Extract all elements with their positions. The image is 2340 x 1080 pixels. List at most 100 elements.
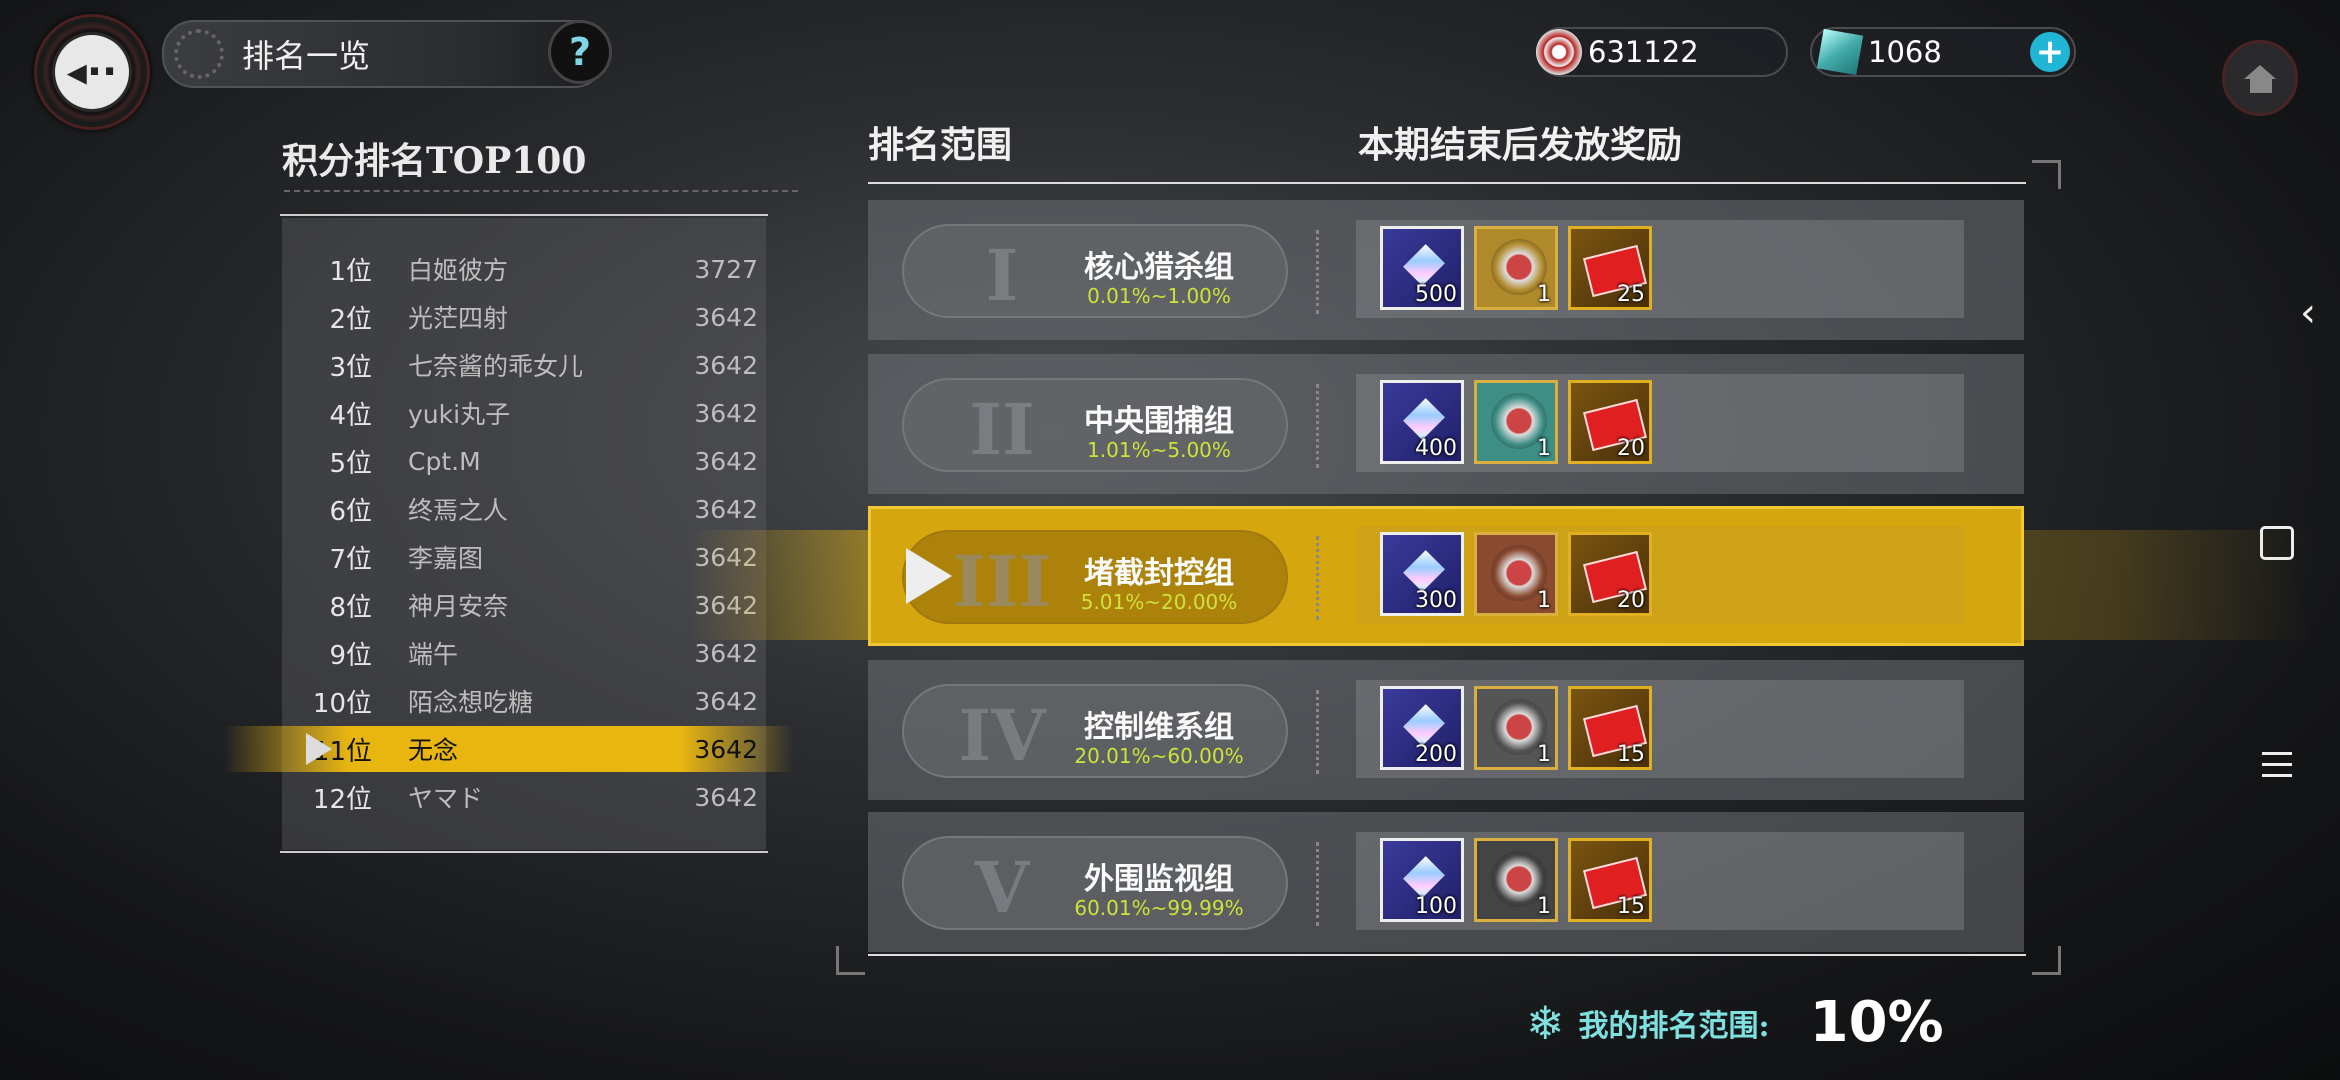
player-name: 七奈酱的乖女儿: [408, 352, 584, 381]
my-rank-value: 10%: [1809, 990, 1944, 1055]
ticket-reward[interactable]: 15: [1568, 838, 1652, 922]
add-currency-button[interactable]: +: [2030, 32, 2070, 72]
rank-number: 2位: [329, 304, 372, 335]
ticket-reward[interactable]: 20: [1568, 532, 1652, 616]
reward-count: 1: [1537, 742, 1551, 767]
reward-tier[interactable]: III 堵截封控组 5.01%~20.00% 300 1 20: [868, 506, 2024, 646]
currency-coin: 631122: [1536, 27, 1788, 77]
tier-pill: IV 控制维系组 20.01%~60.00%: [902, 684, 1288, 778]
rank-number: 6位: [329, 496, 372, 527]
nav-menu-icon[interactable]: [2262, 752, 2292, 777]
reward-tier[interactable]: I 核心猎杀组 0.01%~1.00% 500 1 25: [868, 200, 2024, 340]
reward-count: 100: [1415, 894, 1457, 919]
crystal-reward[interactable]: 300: [1380, 532, 1464, 616]
selection-cursor-icon: [306, 733, 332, 765]
rank-number: 3位: [329, 352, 372, 383]
player-name: 终焉之人: [408, 496, 509, 525]
home-icon: [2244, 65, 2276, 79]
player-name: 白姬彼方: [408, 256, 509, 285]
tier-range: 0.01%~1.00%: [1087, 284, 1231, 308]
player-score: 3642: [694, 446, 758, 476]
crystal-icon: [1403, 704, 1445, 746]
tier-pill: III 堵截封控组 5.01%~20.00%: [902, 530, 1288, 624]
player-name: Cpt.M: [408, 446, 481, 476]
tier-range: 5.01%~20.00%: [1080, 590, 1238, 614]
medal-reward[interactable]: 1: [1474, 532, 1558, 616]
rank-number: 1位: [329, 256, 372, 287]
tier-name: 堵截封控组: [1084, 556, 1234, 591]
reward-count: 20: [1617, 588, 1645, 613]
reward-tier[interactable]: II 中央围捕组 1.01%~5.00% 400 1 20: [868, 354, 2024, 494]
player-score: 3642: [694, 686, 758, 716]
currency-cube: 1068 +: [1810, 27, 2076, 77]
page-title: 排名一览: [242, 37, 371, 75]
cube-value: 1068: [1868, 35, 1942, 69]
reward-count: 200: [1415, 742, 1457, 767]
medal-reward[interactable]: 1: [1474, 380, 1558, 464]
reward-count: 1: [1537, 282, 1551, 307]
back-arrow-icon: ◂··: [55, 35, 129, 109]
active-tier-cursor-icon: [906, 548, 952, 604]
help-button[interactable]: ?: [548, 20, 612, 84]
player-name: 神月安奈: [408, 592, 509, 621]
ticket-reward[interactable]: 20: [1568, 380, 1652, 464]
player-name: 无念: [408, 736, 459, 765]
tier-name: 控制维系组: [1084, 710, 1234, 745]
player-name: 光茫四射: [408, 304, 509, 333]
reward-count: 1: [1537, 588, 1551, 613]
title-bar: 排名一览: [162, 20, 606, 88]
crystal-reward[interactable]: 500: [1380, 226, 1464, 310]
player-score: 3642: [694, 782, 758, 812]
tier-range: 60.01%~99.99%: [1074, 896, 1244, 920]
reward-count: 400: [1415, 436, 1457, 461]
nav-back-icon[interactable]: ‹: [2300, 290, 2316, 336]
medal-reward[interactable]: 1: [1474, 686, 1558, 770]
home-button[interactable]: [2222, 40, 2298, 116]
rank-number: 7位: [329, 544, 372, 575]
tier-pill: II 中央围捕组 1.01%~5.00%: [902, 378, 1288, 472]
reward-count: 15: [1617, 894, 1645, 919]
tier-range: 20.01%~60.00%: [1074, 744, 1244, 768]
player-name: 李嘉图: [408, 544, 484, 573]
ticket-reward[interactable]: 25: [1568, 226, 1652, 310]
reward-tier[interactable]: V 外围监视组 60.01%~99.99% 100 1 15: [868, 812, 2024, 952]
player-score: 3727: [694, 254, 758, 284]
coin-icon: [1536, 29, 1582, 75]
ticket-reward[interactable]: 15: [1568, 686, 1652, 770]
crystal-icon: [1403, 244, 1445, 286]
player-score: 3642: [694, 398, 758, 428]
player-name: 陌念想吃糖: [408, 688, 534, 717]
reward-count: 25: [1617, 282, 1645, 307]
reward-count: 20: [1617, 436, 1645, 461]
tier-pill: I 核心猎杀组 0.01%~1.00%: [902, 224, 1288, 318]
tier-range: 1.01%~5.00%: [1087, 438, 1231, 462]
snowflake-icon: ❄: [1526, 995, 1565, 1050]
my-rank-label: 我的排名范围:: [1578, 1008, 1770, 1044]
back-button[interactable]: ◂··: [34, 14, 150, 130]
rank-number: 12位: [312, 784, 372, 815]
medal-reward[interactable]: 1: [1474, 838, 1558, 922]
reward-count: 1: [1537, 894, 1551, 919]
rank-number: 4位: [329, 400, 372, 431]
tier-name: 中央围捕组: [1084, 404, 1234, 439]
rank-number: 8位: [329, 592, 372, 623]
crystal-icon: [1403, 398, 1445, 440]
player-name: ヤマド: [408, 784, 484, 813]
crystal-icon: [1403, 550, 1445, 592]
medal-reward[interactable]: 1: [1474, 226, 1558, 310]
crystal-icon: [1403, 856, 1445, 898]
my-rank: ❄ 我的排名范围: 10%: [1526, 990, 1944, 1055]
crystal-reward[interactable]: 200: [1380, 686, 1464, 770]
player-name: 端午: [408, 640, 459, 669]
reward-tier[interactable]: IV 控制维系组 20.01%~60.00% 200 1 15: [868, 660, 2024, 800]
crystal-reward[interactable]: 400: [1380, 380, 1464, 464]
reward-header: 本期结束后发放奖励: [1358, 124, 1683, 166]
player-name: yuki丸子: [408, 400, 511, 429]
reward-count: 1: [1537, 436, 1551, 461]
reward-count: 300: [1415, 588, 1457, 613]
cube-icon: [1816, 28, 1864, 76]
reward-count: 500: [1415, 282, 1457, 307]
coin-value: 631122: [1588, 35, 1699, 69]
crystal-reward[interactable]: 100: [1380, 838, 1464, 922]
tier-pill: V 外围监视组 60.01%~99.99%: [902, 836, 1288, 930]
